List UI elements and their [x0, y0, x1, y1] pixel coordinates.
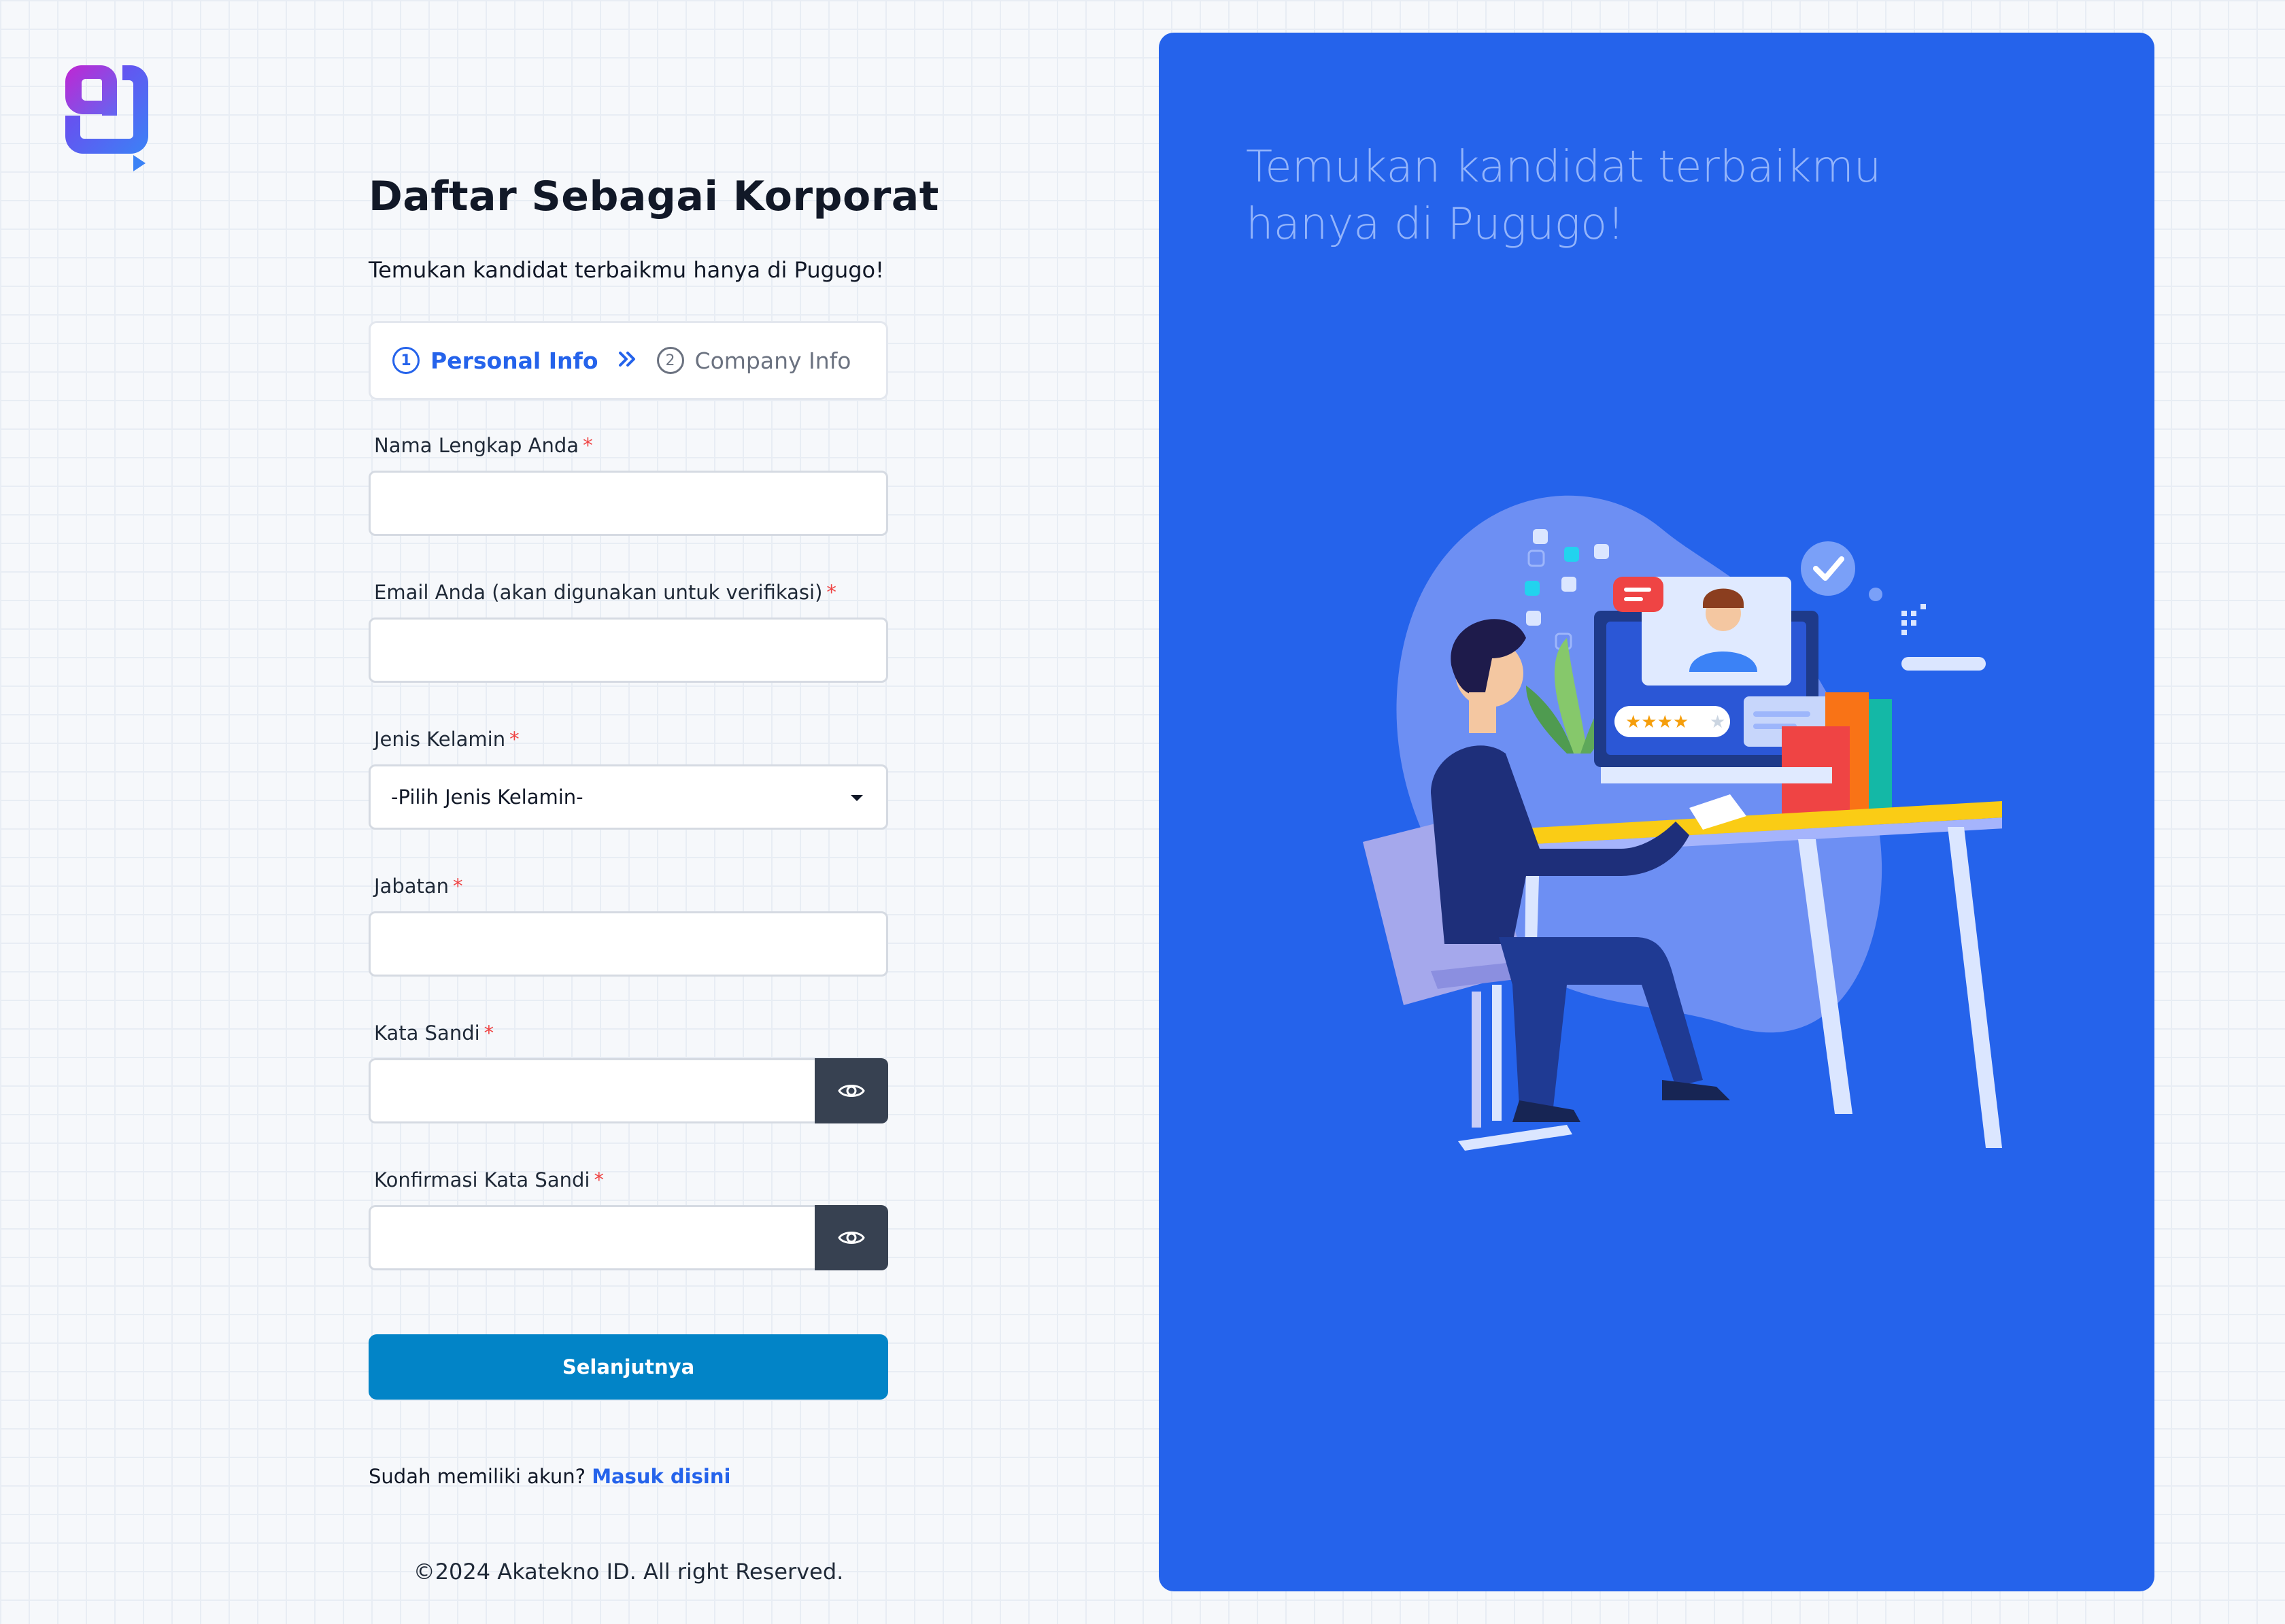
position-field: Jabatan *: [369, 875, 888, 898]
eye-icon: [838, 1085, 865, 1097]
toggle-password-visibility-button[interactable]: [815, 1058, 888, 1123]
toggle-confirm-password-visibility-button[interactable]: [815, 1205, 888, 1270]
svg-text:★: ★: [1710, 712, 1725, 732]
gender-select[interactable]: -Pilih Jenis Kelamin-: [369, 764, 888, 830]
login-prompt-text: Sudah memiliki akun?: [369, 1465, 586, 1488]
position-input[interactable]: [369, 911, 888, 977]
required-marker: *: [826, 581, 836, 604]
required-marker: *: [509, 728, 520, 751]
full-name-label: Nama Lengkap Anda *: [374, 434, 593, 457]
required-marker: *: [484, 1021, 494, 1045]
pugugo-logo-icon: [63, 61, 158, 174]
svg-text:★★★★: ★★★★: [1625, 712, 1689, 732]
password-input[interactable]: [369, 1058, 815, 1123]
step-label: Personal Info: [430, 347, 598, 374]
required-marker: *: [453, 875, 463, 898]
next-button[interactable]: Selanjutnya: [369, 1334, 888, 1400]
gender-selected-value: -Pilih Jenis Kelamin-: [391, 785, 583, 809]
email-label: Email Anda (akan digunakan untuk verifik…: [374, 581, 836, 604]
confirm-password-input[interactable]: [369, 1205, 815, 1270]
caret-down-icon: [851, 795, 863, 801]
required-marker: *: [594, 1168, 604, 1191]
step-number: 1: [392, 347, 420, 374]
recruiter-video-call-illustration: ★★★★ ★: [1322, 468, 2005, 1168]
email-field: Email Anda (akan digunakan untuk verifik…: [369, 581, 888, 604]
full-name-field: Nama Lengkap Anda *: [369, 434, 888, 457]
password-field: Kata Sandi *: [369, 1021, 888, 1045]
gender-field: Jenis Kelamin *: [369, 728, 888, 751]
eye-icon: [838, 1232, 865, 1244]
footer-copyright: ©2024 Akatekno ID. All right Reserved.: [413, 1559, 844, 1585]
double-chevron-right-icon: [617, 345, 638, 375]
step-number: 2: [656, 347, 684, 374]
page-subtitle: Temukan kandidat terbaikmu hanya di Pugu…: [369, 257, 884, 283]
promo-panel: Temukan kandidat terbaikmu hanya di Pugu…: [1159, 33, 2154, 1591]
step-personal-info[interactable]: 1 Personal Info: [392, 347, 598, 374]
step-label: Company Info: [694, 347, 851, 374]
page-title: Daftar Sebagai Korporat: [369, 173, 939, 220]
email-input[interactable]: [369, 618, 888, 683]
login-prompt: Sudah memiliki akun? Masuk disini: [369, 1465, 730, 1488]
panel-headline: Temukan kandidat terbaikmu hanya di Pugu…: [1246, 142, 1882, 250]
required-marker: *: [583, 434, 593, 457]
gender-label: Jenis Kelamin *: [374, 728, 520, 751]
confirm-password-label: Konfirmasi Kata Sandi *: [374, 1168, 604, 1191]
password-label: Kata Sandi *: [374, 1021, 494, 1045]
confirm-password-field: Konfirmasi Kata Sandi *: [369, 1168, 888, 1191]
login-link[interactable]: Masuk disini: [592, 1465, 730, 1488]
step-company-info[interactable]: 2 Company Info: [656, 347, 851, 374]
full-name-input[interactable]: [369, 471, 888, 536]
form-steps: 1 Personal Info 2 Company Info: [369, 321, 888, 400]
position-label: Jabatan *: [374, 875, 463, 898]
